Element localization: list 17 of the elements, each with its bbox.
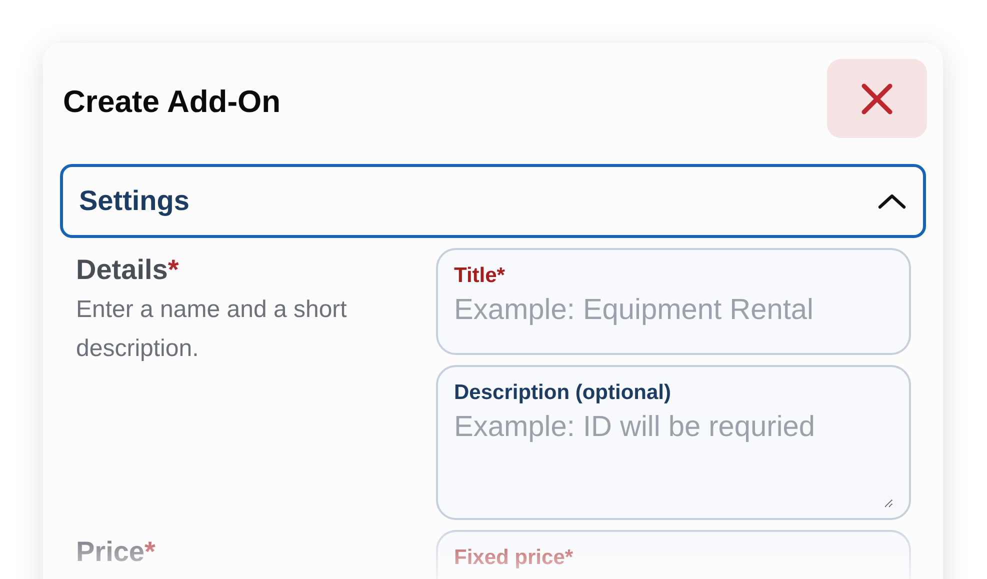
field-label: Fixed price* (454, 546, 574, 570)
section-title: Price (76, 536, 144, 567)
close-button[interactable] (827, 59, 927, 138)
text-area[interactable]: Example: ID will be requried (454, 411, 893, 508)
settings-accordion[interactable]: Settings (60, 164, 926, 238)
chevron-icon (877, 192, 907, 210)
section-description: Enter a name and a short description. (76, 295, 348, 364)
required-mark: * (144, 536, 156, 567)
description-field[interactable]: Description (optional) Example: ID will be requried (436, 365, 911, 520)
text-field[interactable]: Title* Example: Equipment Rental (436, 248, 911, 355)
field-label: Title* (454, 264, 506, 288)
dialog-title: Create Add-On (63, 84, 281, 120)
field-label: Description (optional) (454, 381, 672, 405)
text-input[interactable]: Example: Equipment Rental (454, 294, 893, 327)
close-icon (860, 82, 894, 116)
section-title: Details (76, 254, 168, 285)
required-mark: * (168, 254, 179, 285)
